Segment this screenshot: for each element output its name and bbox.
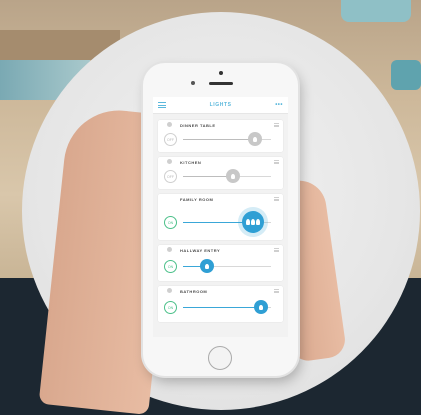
drag-handle-icon[interactable]: [274, 160, 279, 164]
lightbulb-icon: [231, 173, 235, 179]
page-title: LIGHTS: [209, 102, 232, 108]
light-name: HALLWAY ENTRY: [180, 248, 221, 253]
light-name: BATHROOM: [180, 289, 208, 294]
light-card-family-room[interactable]: FAMILY ROOM ON: [158, 194, 283, 240]
drag-handle-icon[interactable]: [274, 289, 279, 293]
slider-knob[interactable]: [254, 300, 268, 314]
lightbulb-icon: [253, 136, 257, 142]
slider-knob[interactable]: [248, 132, 262, 146]
drag-handle-icon[interactable]: [274, 197, 279, 201]
phone: LIGHTS ••• DINNER TABLE OFF KITCHEN OFF …: [143, 63, 298, 376]
front-camera: [219, 71, 223, 75]
sensor: [191, 81, 195, 85]
slider-knob[interactable]: [226, 169, 240, 183]
slider-fill: [183, 222, 245, 223]
light-name: KITCHEN: [180, 160, 202, 165]
lightbulb-icon: [167, 122, 172, 127]
light-card-kitchen[interactable]: KITCHEN OFF: [158, 157, 283, 189]
power-toggle[interactable]: OFF: [164, 133, 177, 146]
towel: [391, 60, 421, 90]
light-name: FAMILY ROOM: [180, 197, 214, 202]
slider-knob[interactable]: [242, 211, 264, 233]
drag-handle-icon[interactable]: [274, 248, 279, 252]
light-card-bathroom[interactable]: BATHROOM ON: [158, 286, 283, 322]
lightbulb-icon: [167, 159, 172, 164]
lightbulb-icon: [167, 288, 172, 293]
earpiece-speaker: [209, 82, 233, 85]
power-toggle[interactable]: ON: [164, 301, 177, 314]
power-toggle[interactable]: ON: [164, 260, 177, 273]
power-toggle[interactable]: ON: [164, 216, 177, 229]
light-card-hallway-entry[interactable]: HALLWAY ENTRY ON: [158, 245, 283, 281]
light-card-dinner-table[interactable]: DINNER TABLE OFF: [158, 120, 283, 152]
hamburger-icon[interactable]: [158, 102, 166, 108]
app-topbar: LIGHTS •••: [153, 97, 288, 114]
drag-handle-icon[interactable]: [274, 123, 279, 127]
lightbulb-icon: [167, 247, 172, 252]
more-icon[interactable]: •••: [275, 102, 283, 108]
slider-fill: [183, 307, 259, 308]
lightbulb-icon: [259, 304, 263, 310]
pillow: [341, 0, 411, 22]
light-name: DINNER TABLE: [180, 123, 216, 128]
slider-knob[interactable]: [200, 259, 214, 273]
lightbulb-icon: [205, 263, 209, 269]
home-button[interactable]: [208, 346, 232, 370]
power-toggle[interactable]: OFF: [164, 170, 177, 183]
slider-fill: [183, 176, 231, 177]
lightbulb-group-icon: [246, 219, 260, 225]
app-screen: LIGHTS ••• DINNER TABLE OFF KITCHEN OFF …: [153, 97, 288, 337]
slider-fill: [183, 139, 253, 140]
